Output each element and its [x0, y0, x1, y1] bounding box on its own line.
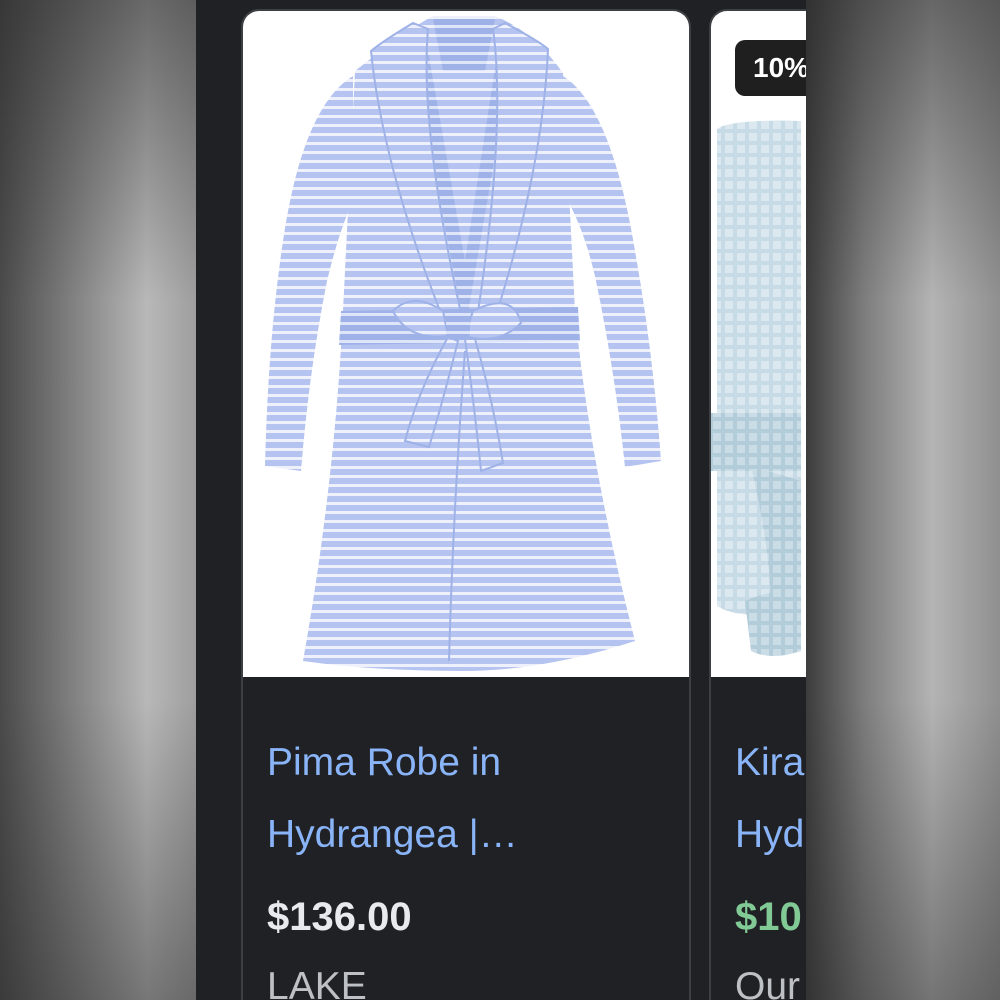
waffle-robe-illustration [711, 120, 801, 656]
product-title-line: Kira [735, 741, 805, 784]
product-carousel[interactable]: Pima Robe in Hydrangea |… $136.00 LAKE 1… [196, 0, 806, 1000]
store-name: Our [735, 965, 801, 1000]
striped-robe-illustration [265, 16, 661, 671]
product-price: $136.00 [267, 895, 412, 939]
store-name: LAKE [267, 965, 367, 1000]
discount-badge: 10% [735, 40, 806, 96]
product-image-robe[interactable] [243, 11, 689, 677]
blurred-background-right [806, 0, 1000, 1000]
blurred-background-left [0, 0, 196, 1000]
screenshot-frame: Pima Robe in Hydrangea |… $136.00 LAKE 1… [0, 0, 1000, 1000]
product-title-line: Pima Robe in [267, 741, 502, 784]
product-title-line: Hydrangea |… [267, 813, 518, 856]
product-price: $10 [735, 895, 802, 939]
product-image-waffle-robe[interactable] [711, 11, 806, 677]
shopping-results-screen: Pima Robe in Hydrangea |… $136.00 LAKE 1… [196, 0, 806, 1000]
product-card[interactable]: Pima Robe in Hydrangea |… $136.00 LAKE [241, 9, 691, 1000]
product-title-link[interactable]: Pima Robe in Hydrangea |… [267, 727, 657, 871]
product-card[interactable]: 10% Kira Hyd $10 Our [709, 9, 806, 1000]
product-title-line: Hyd [735, 813, 805, 856]
product-title-link[interactable]: Kira Hyd [735, 727, 806, 871]
